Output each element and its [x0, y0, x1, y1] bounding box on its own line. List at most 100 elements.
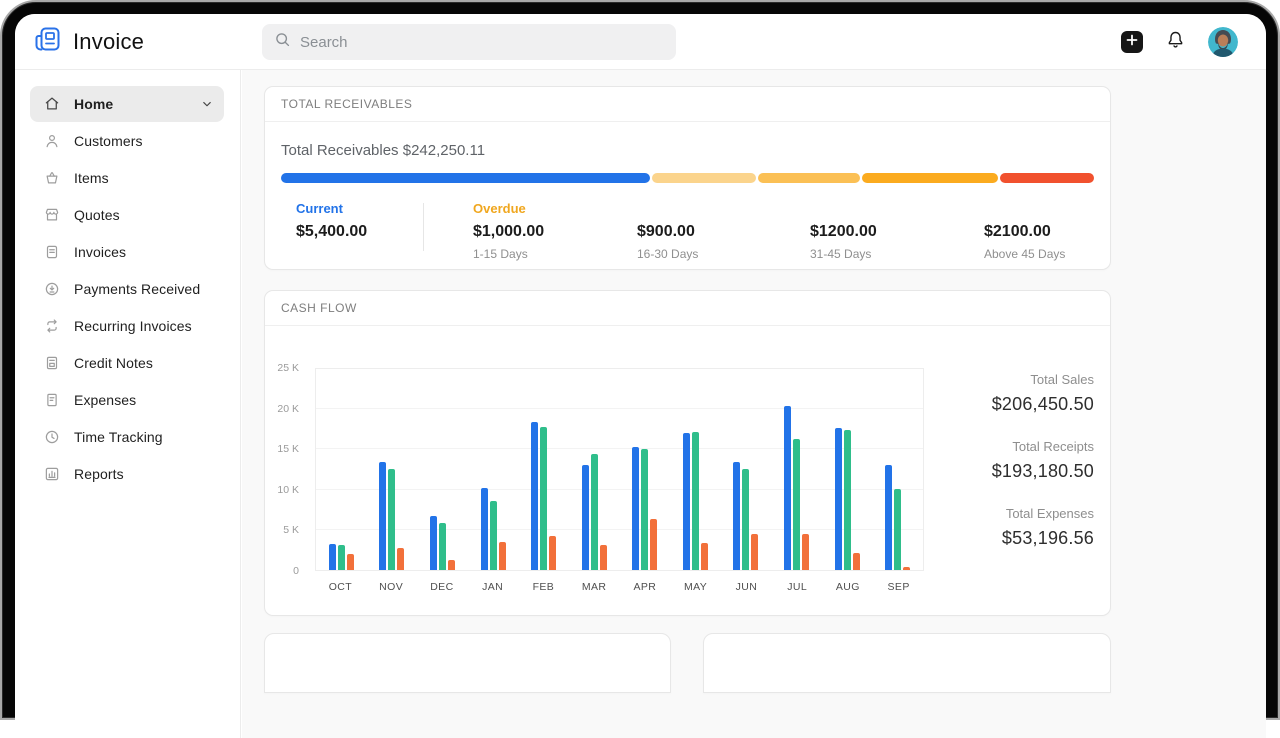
recurring-invoices-icon: [43, 317, 61, 335]
total-sales-value: $206,450.50: [924, 394, 1094, 415]
bar-sales-jun: [733, 462, 740, 570]
total-receipts-value: $193,180.50: [924, 461, 1094, 482]
app-logo: Invoice: [15, 25, 243, 58]
bar-receipts-apr: [641, 449, 648, 570]
bar-sales-mar: [582, 465, 589, 570]
add-button[interactable]: [1121, 31, 1143, 53]
bar-expenses-apr: [650, 519, 657, 570]
sidebar-item-reports[interactable]: Reports: [30, 456, 224, 492]
x-tick-label: SEP: [873, 581, 924, 593]
sidebar-item-label: Recurring Invoices: [74, 318, 192, 334]
x-tick-label: JUN: [721, 581, 772, 593]
bar-expenses-aug: [853, 553, 860, 570]
bar-expenses-sep: [903, 567, 910, 570]
bar-receipts-dec: [439, 523, 446, 570]
cash-flow-body: 25 K20 K15 K10 K5 K0 OCTNOVDECJANFEBMARA…: [265, 326, 1110, 616]
progress-segment-overdue-1-15: [652, 173, 756, 183]
sidebar-item-time-tracking[interactable]: Time Tracking: [30, 419, 224, 455]
bar-receipts-mar: [591, 454, 598, 570]
total-expenses-label: Total Expenses: [924, 506, 1094, 521]
sidebar-item-expenses[interactable]: Expenses: [30, 382, 224, 418]
sidebar-item-invoices[interactable]: Invoices: [30, 234, 224, 270]
search-icon: [274, 31, 291, 53]
bar-sales-feb: [531, 422, 538, 570]
card-title: CASH FLOW: [281, 301, 357, 315]
y-tick-label: 5 K: [283, 524, 299, 536]
overdue-period-2: 16-30 Days: [637, 247, 698, 261]
bar-receipts-feb: [540, 427, 547, 570]
expenses-icon: [43, 391, 61, 409]
bar-expenses-mar: [600, 545, 607, 570]
sidebar-item-home[interactable]: Home: [30, 86, 224, 122]
sidebar-item-recurring-invoices[interactable]: Recurring Invoices: [30, 308, 224, 344]
time-tracking-icon: [43, 428, 61, 446]
sidebar-item-label: Items: [74, 170, 109, 186]
sidebar-item-label: Expenses: [74, 392, 136, 408]
card-header: TOTAL RECEIVABLES: [265, 87, 1110, 122]
x-tick-label: MAR: [569, 581, 620, 593]
bar-receipts-jan: [490, 501, 497, 570]
bar-expenses-jul: [802, 534, 809, 570]
bar-group-feb: [518, 369, 569, 570]
bar-expenses-jun: [751, 534, 758, 570]
main-content: TOTAL RECEIVABLES Total Receivables $242…: [242, 70, 1266, 738]
overdue-period-1: 1-15 Days: [473, 247, 544, 261]
bar-group-sep: [872, 369, 923, 570]
app-window: Invoice: [15, 14, 1266, 738]
topbar-actions: [1121, 14, 1238, 70]
receivables-summary: Total Receivables $242,250.11: [281, 142, 1094, 159]
x-tick-label: JUL: [772, 581, 823, 593]
sidebar-item-label: Invoices: [74, 244, 126, 260]
notifications-button[interactable]: [1165, 29, 1186, 55]
bar-expenses-may: [701, 543, 708, 570]
sidebar-item-items[interactable]: Items: [30, 160, 224, 196]
app-title: Invoice: [73, 29, 144, 55]
total-expenses-value: $53,196.56: [924, 528, 1094, 549]
bar-receipts-oct: [338, 545, 345, 570]
bar-group-aug: [822, 369, 873, 570]
bar-expenses-dec: [448, 560, 455, 570]
progress-segment-overdue-31-45: [862, 173, 998, 183]
progress-segment-current: [281, 173, 650, 183]
search-input[interactable]: [300, 34, 664, 51]
overdue-amount-3: $1200.00: [810, 223, 877, 241]
x-axis-labels: OCTNOVDECJANFEBMARAPRMAYJUNJULAUGSEP: [315, 581, 924, 593]
progress-segment-overdue-above-45: [1000, 173, 1094, 183]
sidebar-item-label: Reports: [74, 466, 124, 482]
bar-sales-apr: [632, 447, 639, 570]
bar-sales-aug: [835, 428, 842, 570]
x-tick-label: DEC: [417, 581, 468, 593]
invoices-icon: [43, 243, 61, 261]
bar-expenses-oct: [347, 554, 354, 570]
x-tick-label: AUG: [823, 581, 874, 593]
cash-flow-totals: Total Sales $206,450.50 Total Receipts $…: [924, 372, 1094, 573]
y-tick-label: 20 K: [277, 403, 299, 415]
bar-expenses-feb: [549, 536, 556, 570]
bar-sales-jul: [784, 406, 791, 570]
total-receivables-card: TOTAL RECEIVABLES Total Receivables $242…: [264, 86, 1111, 270]
bar-group-jan: [468, 369, 519, 570]
bar-group-apr: [619, 369, 670, 570]
overdue-amount-2: $900.00: [637, 223, 698, 241]
x-tick-label: NOV: [366, 581, 417, 593]
topbar: Invoice: [15, 14, 1266, 70]
bar-receipts-jul: [793, 439, 800, 570]
sidebar-item-credit-notes[interactable]: Credit Notes: [30, 345, 224, 381]
overdue-period-4: Above 45 Days: [984, 247, 1065, 261]
items-icon: [43, 169, 61, 187]
sidebar-item-label: Payments Received: [74, 281, 200, 297]
total-sales-block: Total Sales $206,450.50: [924, 372, 1094, 415]
total-receipts-block: Total Receipts $193,180.50: [924, 439, 1094, 482]
sidebar-item-customers[interactable]: Customers: [30, 123, 224, 159]
sidebar-item-quotes[interactable]: Quotes: [30, 197, 224, 233]
chevron-down-icon: [200, 97, 214, 111]
search-bar[interactable]: [262, 24, 676, 60]
card-title: TOTAL RECEIVABLES: [281, 97, 412, 111]
sidebar-item-label: Time Tracking: [74, 429, 163, 445]
device-frame: Invoice: [0, 0, 1280, 720]
user-avatar[interactable]: [1208, 27, 1238, 57]
sidebar-item-payments-received[interactable]: Payments Received: [30, 271, 224, 307]
y-tick-label: 10 K: [277, 484, 299, 496]
overdue-label: Overdue: [473, 201, 544, 217]
receivables-breakdown: Current $5,400.00 Overdue $1,000.00 1-15…: [281, 201, 1094, 265]
